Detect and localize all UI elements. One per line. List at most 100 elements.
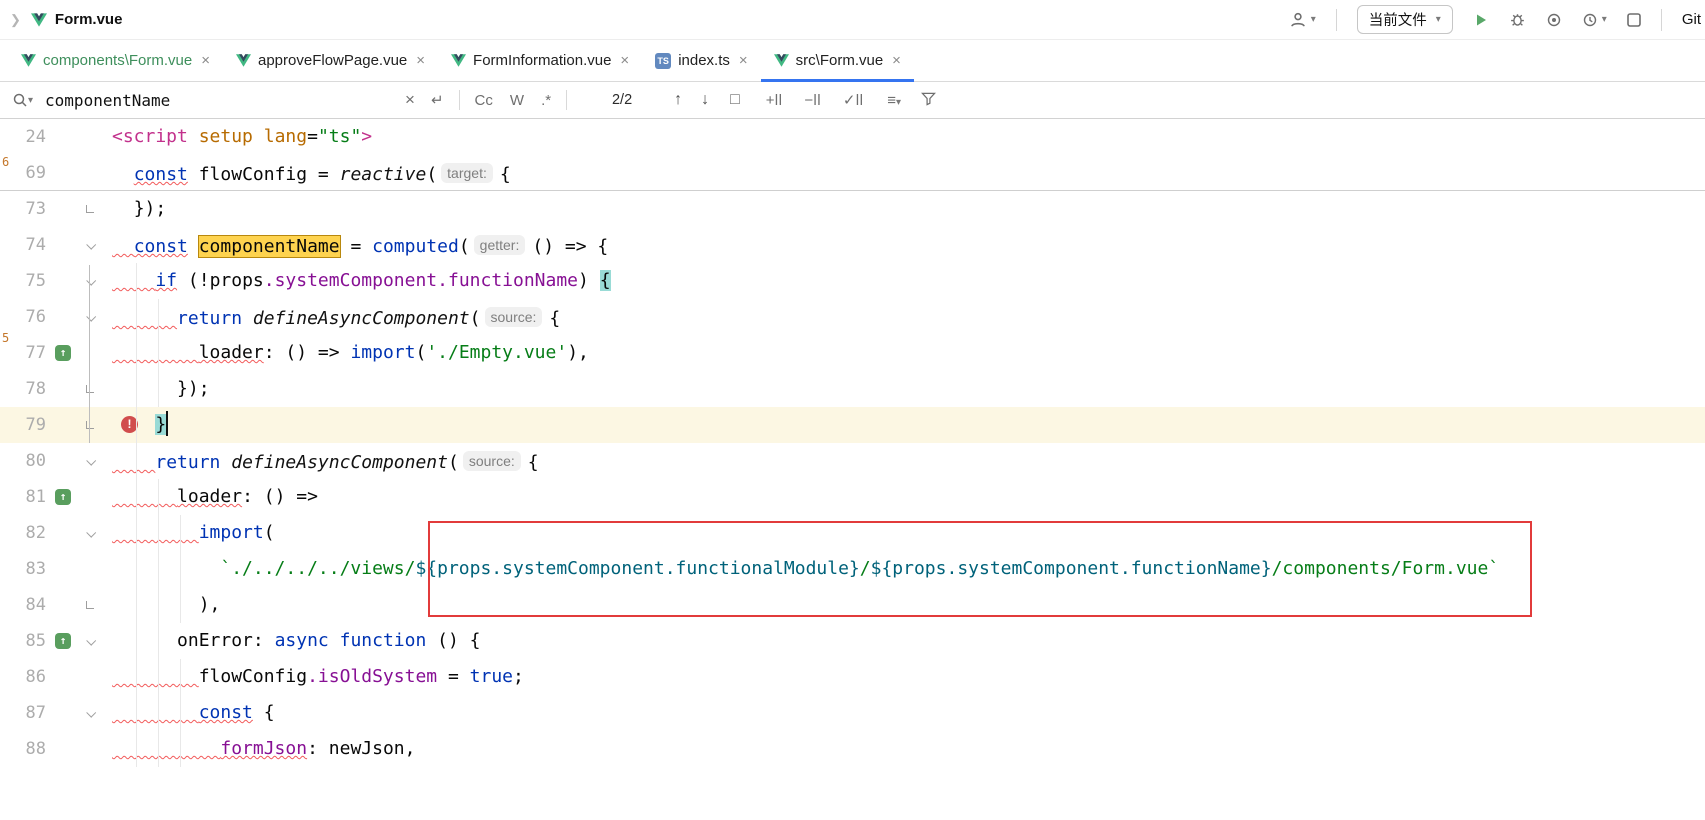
add-occurrence-icon[interactable]: +ǀǀ [766,92,783,109]
filter-button[interactable] [921,91,936,110]
code-text[interactable]: return defineAsyncComponent(source:{ [112,443,1705,479]
gutter[interactable]: 24 [0,119,112,155]
gutter-arrow-icon[interactable]: ↑ [55,633,71,649]
code-line-73[interactable]: 73 }); [0,191,1705,227]
gutter[interactable]: 76 [0,299,112,335]
gutter-arrow-icon[interactable]: ↑ [55,489,71,505]
git-menu[interactable]: Git [1682,11,1701,28]
code-line-85[interactable]: 85↑ onError: async function () { [0,623,1705,659]
gutter[interactable]: 77↑ [0,335,112,371]
fold-marker[interactable] [86,311,96,321]
code-text[interactable]: const { [112,695,1705,731]
gutter[interactable]: 84 [0,587,112,623]
code-text[interactable]: const flowConfig = reactive(target:{ [112,155,1705,190]
code-text[interactable]: }); [112,371,1705,407]
close-tab-icon[interactable]: × [416,52,425,69]
search-icon[interactable] [12,92,28,108]
view-options-icon[interactable]: ≡▾ [887,92,901,109]
run-button[interactable] [1473,12,1489,28]
fold-marker[interactable] [86,601,94,609]
regex-toggle[interactable]: .* [541,92,551,109]
editor[interactable]: 24<script setup lang="ts">69 const flowC… [0,119,1705,819]
code-text[interactable]: } [112,407,1705,443]
run-config-selector[interactable]: 当前文件 ▾ [1357,5,1453,34]
tab-src-form-vue[interactable]: src\Form.vue× [761,40,914,81]
coverage-button[interactable] [1546,12,1562,28]
code-line-80[interactable]: 80 return defineAsyncComponent(source:{ [0,443,1705,479]
close-tab-icon[interactable]: × [892,52,901,69]
code-line-75[interactable]: 75 if (!props.systemComponent.functionNa… [0,263,1705,299]
code-line-86[interactable]: 86 flowConfig.isOldSystem = true; [0,659,1705,695]
debug-button[interactable] [1509,11,1526,28]
gutter[interactable]: 85↑ [0,623,112,659]
fold-marker[interactable] [86,635,96,645]
gutter[interactable]: 75 [0,263,112,299]
gutter[interactable]: 74 [0,227,112,263]
code-line-76[interactable]: 76 return defineAsyncComponent(source:{ [0,299,1705,335]
code-line-82[interactable]: 82 import( [0,515,1705,551]
fold-marker[interactable] [86,527,96,537]
code-text[interactable]: loader: () => [112,479,1705,515]
gutter[interactable]: 87 [0,695,112,731]
code-line-87[interactable]: 87 const { [0,695,1705,731]
close-tab-icon[interactable]: × [739,52,748,69]
gutter[interactable]: 81↑ [0,479,112,515]
code-text[interactable]: return defineAsyncComponent(source:{ [112,299,1705,335]
code-text[interactable]: ), [112,587,1705,623]
code-line-78[interactable]: 78 }); [0,371,1705,407]
code-text[interactable]: if (!props.systemComponent.functionName)… [112,263,1705,299]
code-line-83[interactable]: 83 `./../../../views/${props.systemCompo… [0,551,1705,587]
code-text[interactable]: }); [112,191,1705,227]
code-line-79[interactable]: 79 }! [0,407,1705,443]
fold-marker[interactable] [86,205,94,213]
code-line-74[interactable]: 74 const componentName = computed(getter… [0,227,1705,263]
code-text[interactable]: onError: async function () { [112,623,1705,659]
close-tab-icon[interactable]: × [201,52,210,69]
select-all-occurrences-icon[interactable]: ✓ǀǀ [843,91,863,109]
gutter[interactable]: 86 [0,659,112,695]
code-text[interactable]: flowConfig.isOldSystem = true; [112,659,1705,695]
stop-button[interactable] [1627,13,1641,27]
clear-search-icon[interactable]: × [405,90,415,110]
code-line-81[interactable]: 81↑ loader: () => [0,479,1705,515]
code-line-84[interactable]: 84 ), [0,587,1705,623]
fold-marker[interactable] [86,239,96,249]
previous-match-button[interactable]: ↑ [674,91,682,109]
gutter[interactable]: 79 [0,407,112,443]
search-input[interactable]: componentName [45,91,405,110]
fold-marker[interactable] [86,275,96,285]
search-history-caret-icon[interactable]: ▾ [28,95,33,106]
code-line-88[interactable]: 88 formJson: newJson, [0,731,1705,767]
gutter[interactable]: 83 [0,551,112,587]
newline-icon[interactable]: ↵ [431,91,444,109]
open-in-find-window-icon[interactable]: □ [730,91,740,109]
next-match-button[interactable]: ↓ [701,91,709,109]
fold-marker[interactable] [86,707,96,717]
code-text[interactable]: const componentName = computed(getter:()… [112,227,1705,263]
gutter[interactable]: 80 [0,443,112,479]
whole-words-toggle[interactable]: W [510,92,524,109]
fold-marker[interactable] [86,421,94,429]
match-case-toggle[interactable]: Cc [475,92,493,109]
close-tab-icon[interactable]: × [620,52,629,69]
profiler-button[interactable]: ▾ [1582,12,1607,28]
tab-components-form-vue[interactable]: components\Form.vue× [8,40,223,81]
back-chevron-icon[interactable]: ❯ [10,12,21,28]
gutter[interactable]: 69 [0,155,112,190]
tab-forminformation-vue[interactable]: FormInformation.vue× [438,40,642,81]
remove-occurrence-icon[interactable]: −ǀǀ [804,92,821,109]
fold-marker[interactable] [86,455,96,465]
gutter-arrow-icon[interactable]: ↑ [55,345,71,361]
code-line-69[interactable]: 69 const flowConfig = reactive(target:{ [0,155,1705,191]
code-text[interactable]: import( [112,515,1705,551]
gutter[interactable]: 88 [0,731,112,767]
code-text[interactable]: `./../../../views/${props.systemComponen… [112,551,1705,587]
tab-index-ts[interactable]: TSindex.ts× [642,40,760,81]
code-text[interactable]: loader: () => import('./Empty.vue'), [112,335,1705,371]
code-line-77[interactable]: 77↑ loader: () => import('./Empty.vue'), [0,335,1705,371]
gutter[interactable]: 78 [0,371,112,407]
code-line-24[interactable]: 24<script setup lang="ts"> [0,119,1705,155]
user-menu-button[interactable]: ▾ [1289,11,1316,29]
tab-approveflowpage-vue[interactable]: approveFlowPage.vue× [223,40,438,81]
code-text[interactable]: <script setup lang="ts"> [112,119,1705,155]
